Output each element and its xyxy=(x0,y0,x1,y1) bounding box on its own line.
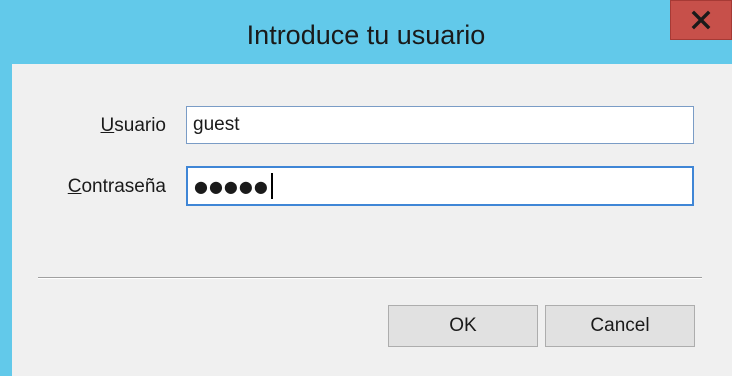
password-label: Contraseña xyxy=(48,176,166,198)
login-dialog: Introduce tu usuario Usuario guest Contr… xyxy=(0,0,732,376)
close-icon xyxy=(691,10,711,30)
username-label-rest: suario xyxy=(114,115,166,136)
username-label-mnemonic: U xyxy=(100,115,115,136)
username-label: Usuario xyxy=(90,115,166,137)
text-caret xyxy=(270,173,273,199)
close-button[interactable] xyxy=(670,0,732,40)
password-value: ●●●●● xyxy=(194,176,269,196)
password-label-mnemonic: C xyxy=(67,176,82,197)
password-label-rest: ontraseña xyxy=(81,176,166,197)
password-input[interactable]: ●●●●● xyxy=(186,166,694,206)
username-value: guest xyxy=(193,114,240,135)
divider-highlight xyxy=(38,278,702,279)
ok-button[interactable]: OK xyxy=(388,305,538,347)
window-border xyxy=(0,64,12,376)
username-input[interactable]: guest xyxy=(186,106,694,144)
window-title: Introduce tu usuario xyxy=(246,20,486,50)
cancel-button[interactable]: Cancel xyxy=(545,305,695,347)
